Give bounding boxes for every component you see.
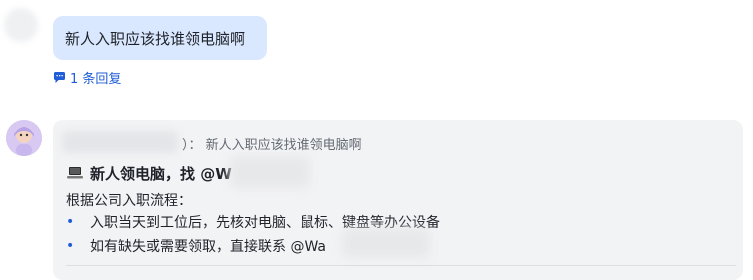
reply-count-label: 1 条回复 (70, 71, 122, 87)
thread-replies-link[interactable]: 1 条回复 (53, 68, 122, 87)
laptop-icon (67, 167, 83, 179)
chat-bubble-icon (54, 71, 65, 83)
mention-blurred-2[interactable] (342, 228, 430, 258)
bullet-icon: • (66, 238, 75, 254)
question-bubble: 新人入职应该找谁领电脑啊 (53, 16, 267, 60)
quoted-user-name-blurred (62, 131, 178, 153)
step-text: 如有缺失或需要领取，直接联系 @Wa (90, 239, 326, 255)
divider (66, 265, 736, 266)
user-avatar-blurred[interactable] (4, 8, 38, 42)
avatar-icon (6, 120, 42, 156)
mention-blurred-1[interactable] (230, 156, 310, 188)
bot-avatar[interactable] (6, 120, 42, 156)
bullet-icon: • (66, 214, 75, 230)
quoted-reference[interactable]: ）： 新人入职应该找谁领电脑啊 (182, 134, 362, 153)
answer-intro: 根据公司入职流程： (66, 193, 192, 209)
answer-title: 新人领电脑，找 @W (66, 162, 232, 184)
answer-title-text: 新人领电脑，找 @W (90, 164, 232, 183)
question-text: 新人入职应该找谁领电脑啊 (65, 29, 246, 48)
quoted-text: ）： 新人入职应该找谁领电脑啊 (182, 137, 362, 153)
